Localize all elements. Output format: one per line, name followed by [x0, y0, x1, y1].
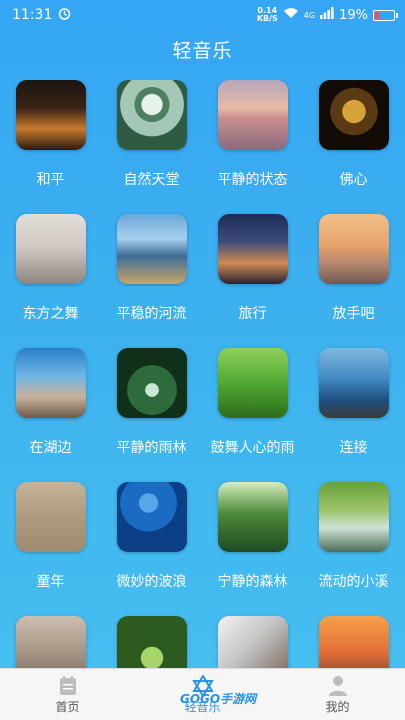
track-grid: 和平 自然天堂 平静的状态 佛心东方之舞 平稳的河流 旅行 放手吧在湖边 平静的雨林 鼓舞人心的…: [0, 80, 405, 668]
track-cover-image[interactable]: [116, 482, 187, 552]
track-cover-image[interactable]: [15, 482, 86, 552]
track-tile[interactable]: 自然天堂: [101, 80, 202, 214]
track-cover-image[interactable]: [116, 80, 187, 150]
track-tile[interactable]: 连接: [303, 348, 404, 482]
track-tile[interactable]: 和平: [0, 80, 101, 214]
signal-icon: [320, 7, 334, 23]
track-cover-image[interactable]: [217, 214, 288, 284]
track-label: 自然天堂: [123, 172, 180, 188]
nav-home[interactable]: 首页: [18, 674, 118, 715]
track-tile[interactable]: 平静的状态: [202, 80, 303, 214]
track-tile[interactable]: [0, 616, 101, 668]
user-icon: [288, 674, 388, 698]
track-label: 东方之舞: [22, 306, 79, 322]
nav-mine-label: 我的: [325, 700, 350, 714]
track-label: 连接: [339, 440, 368, 456]
track-cover-image[interactable]: [15, 80, 86, 150]
track-cover-image[interactable]: [15, 348, 86, 418]
track-tile[interactable]: 放手吧: [303, 214, 404, 348]
track-tile[interactable]: 微妙的波浪: [101, 482, 202, 616]
track-cover-image[interactable]: [318, 348, 389, 418]
track-tile[interactable]: 流动的小溪: [303, 482, 404, 616]
track-label: 流动的小溪: [318, 574, 389, 590]
track-cover-image[interactable]: [15, 616, 86, 668]
track-cover-image[interactable]: [15, 214, 86, 284]
track-label: 佛心: [339, 172, 368, 188]
nav-mine[interactable]: 我的: [288, 674, 388, 715]
track-label: 在湖边: [29, 440, 72, 456]
track-tile[interactable]: 旅行: [202, 214, 303, 348]
track-cover-image[interactable]: [116, 214, 187, 284]
nav-home-label: 首页: [55, 700, 80, 714]
track-cover-image[interactable]: [318, 616, 389, 668]
battery-text: 19%: [339, 7, 368, 23]
track-tile[interactable]: 宁静的森林: [202, 482, 303, 616]
status-bar: 11:31 0.14 KB/S 4G 19%: [0, 0, 405, 30]
track-label: 旅行: [238, 306, 267, 322]
watermark-logo: GOGO手游网: [180, 692, 257, 706]
track-label: 平静的状态: [217, 172, 288, 188]
track-tile[interactable]: 平静的雨林: [101, 348, 202, 482]
track-tile[interactable]: 童年: [0, 482, 101, 616]
track-tile[interactable]: [303, 616, 404, 668]
wifi-icon: [283, 7, 299, 23]
document-icon: [18, 674, 118, 698]
track-tile[interactable]: [202, 616, 303, 668]
alarm-icon: [58, 7, 71, 24]
track-tile[interactable]: 平稳的河流: [101, 214, 202, 348]
track-label: 平静的雨林: [116, 440, 187, 456]
track-tile[interactable]: 佛心: [303, 80, 404, 214]
track-label: 放手吧: [332, 306, 375, 322]
battery-icon: [373, 9, 398, 21]
status-time: 11:31: [12, 7, 53, 23]
track-tile[interactable]: 鼓舞人心的雨: [202, 348, 303, 482]
track-tile[interactable]: 东方之舞: [0, 214, 101, 348]
track-label: 微妙的波浪: [116, 574, 187, 590]
track-cover-image[interactable]: [116, 616, 187, 668]
track-label: 平稳的河流: [116, 306, 187, 322]
track-cover-image[interactable]: [217, 482, 288, 552]
track-label: 鼓舞人心的雨: [210, 440, 295, 456]
track-cover-image[interactable]: [318, 214, 389, 284]
track-label: 宁静的森林: [217, 574, 288, 590]
track-cover-image[interactable]: [116, 348, 187, 418]
track-cover-image[interactable]: [217, 80, 288, 150]
track-cover-image[interactable]: [217, 348, 288, 418]
track-label: 童年: [36, 574, 65, 590]
net-speed: 0.14 KB/S: [256, 6, 278, 23]
track-cover-image[interactable]: [217, 616, 288, 668]
track-cover-image[interactable]: [318, 80, 389, 150]
track-tile[interactable]: 在湖边: [0, 348, 101, 482]
track-tile[interactable]: [101, 616, 202, 668]
page-title: 轻音乐: [172, 40, 233, 62]
signal-type: 4G: [303, 10, 316, 20]
track-label: 和平: [36, 172, 65, 188]
track-cover-image[interactable]: [318, 482, 389, 552]
